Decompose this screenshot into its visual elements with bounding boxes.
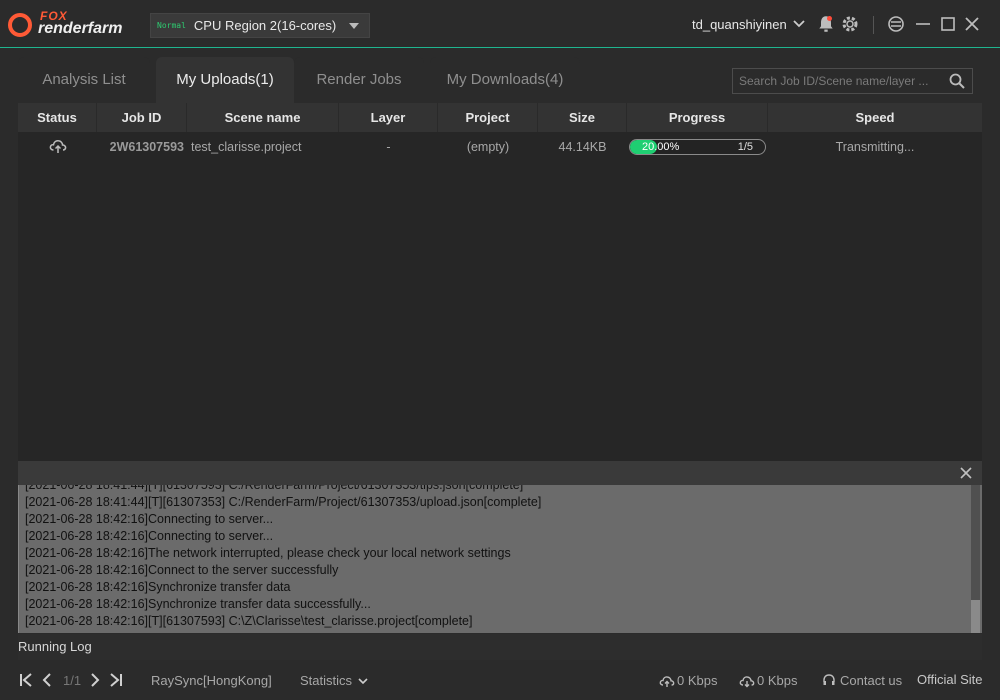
- last-page-icon[interactable]: [108, 671, 124, 689]
- region-label: CPU Region 2(16-cores): [193, 18, 337, 33]
- col-job-id[interactable]: Job ID: [97, 103, 187, 132]
- app-logo: FOX renderfarm: [8, 9, 138, 40]
- chevron-down-icon: [349, 23, 359, 29]
- log-line: [2021-06-28 18:41:44][T][61307593] C:/Re…: [25, 485, 524, 492]
- running-log-tab[interactable]: Running Log: [18, 634, 982, 660]
- col-progress[interactable]: Progress: [627, 103, 768, 132]
- headset-icon[interactable]: [822, 673, 836, 687]
- close-icon[interactable]: [962, 14, 982, 34]
- official-site-link[interactable]: Official Site: [917, 672, 983, 687]
- bell-icon[interactable]: [816, 14, 836, 34]
- col-status[interactable]: Status: [18, 103, 97, 132]
- layer-cell: -: [386, 140, 391, 154]
- log-line: [2021-06-28 18:42:16]Connecting to serve…: [25, 529, 274, 543]
- log-line: [2021-06-28 18:42:16]Connect to the serv…: [25, 563, 339, 577]
- log-close-icon[interactable]: [959, 466, 973, 480]
- statistics-chevron-down-icon: [358, 678, 368, 685]
- search-input[interactable]: Search Job ID/Scene name/layer ...: [732, 68, 973, 94]
- job-id-cell: 2W61307593: [109, 140, 184, 154]
- project-cell: (empty): [466, 140, 510, 154]
- speed-cell: Transmitting...: [835, 140, 915, 154]
- gear-icon[interactable]: [840, 14, 860, 34]
- search-placeholder: Search Job ID/Scene name/layer ...: [739, 74, 929, 88]
- size-cell: 44.14KB: [558, 140, 607, 154]
- log-line: [2021-06-28 18:42:16]The network interru…: [25, 546, 511, 560]
- log-scrollbar-thumb[interactable]: [971, 600, 980, 633]
- raysync-label[interactable]: RaySync[HongKong]: [151, 673, 272, 688]
- log-lines: [2021-06-28 18:41:44][T][61307593] C:/Re…: [25, 485, 965, 630]
- username[interactable]: td_quanshiyinen: [692, 17, 787, 32]
- log-line: [2021-06-28 18:41:44][T][61307353] C:/Re…: [25, 495, 542, 509]
- uploads-table: Status Job ID Scene name Layer Project S…: [18, 103, 982, 461]
- upload-cloud-icon: [49, 139, 66, 153]
- contact-us-link[interactable]: Contact us: [840, 673, 902, 688]
- download-speed-icon: [739, 676, 755, 688]
- minimize-icon[interactable]: [913, 14, 933, 34]
- user-chevron-down-icon[interactable]: [792, 17, 806, 31]
- progress-cell: 20.00% 1/5: [627, 139, 768, 155]
- log-line: [2021-06-28 18:42:16]Synchronize transfe…: [25, 597, 371, 611]
- tab-my-uploads[interactable]: My Uploads(1): [156, 57, 294, 103]
- status-cell: [18, 138, 97, 157]
- progress-percent: 20.00%: [642, 141, 680, 153]
- statistics-label: Statistics: [300, 673, 353, 688]
- first-page-icon[interactable]: [18, 671, 34, 689]
- page-indicator: 1/1: [63, 673, 82, 688]
- col-scene-name[interactable]: Scene name: [187, 103, 339, 132]
- download-speed: 0 Kbps: [757, 673, 798, 688]
- scene-name-cell: test_clarisse.project: [191, 140, 302, 154]
- col-project[interactable]: Project: [438, 103, 538, 132]
- toolbar-separator: [873, 16, 874, 34]
- search-icon[interactable]: [948, 72, 966, 90]
- logo-name-text: renderfarm: [38, 20, 123, 37]
- next-page-icon[interactable]: [88, 671, 102, 689]
- progress-count: 1/5: [737, 141, 753, 153]
- table-header: Status Job ID Scene name Layer Project S…: [18, 103, 982, 132]
- prev-page-icon[interactable]: [40, 671, 54, 689]
- col-speed[interactable]: Speed: [768, 103, 982, 132]
- notification-dot: [827, 16, 832, 21]
- skin-switch-icon[interactable]: [886, 14, 906, 34]
- tab-my-downloads[interactable]: My Downloads(4): [430, 57, 580, 103]
- statistics-menu[interactable]: Statistics: [300, 673, 368, 688]
- log-line: [2021-06-28 18:42:16][T][61307593] C:\Z\…: [25, 614, 473, 628]
- title-bar: FOX renderfarm Normal CPU Region 2(16-co…: [0, 0, 1000, 48]
- maximize-icon[interactable]: [938, 14, 958, 34]
- log-line: [2021-06-28 18:42:16]Synchronize transfe…: [25, 580, 291, 594]
- logo-ring-icon: [8, 13, 32, 37]
- col-size[interactable]: Size: [538, 103, 627, 132]
- region-select[interactable]: Normal CPU Region 2(16-cores): [150, 13, 370, 38]
- upload-speed: 0 Kbps: [677, 673, 718, 688]
- table-row[interactable]: 2W61307593 test_clarisse.project - (empt…: [18, 132, 982, 162]
- running-log-panel[interactable]: [2021-06-28 18:41:44][T][61307593] C:/Re…: [18, 485, 982, 633]
- col-layer[interactable]: Layer: [339, 103, 438, 132]
- progress-bar: 20.00% 1/5: [629, 139, 766, 155]
- tab-analysis-list[interactable]: Analysis List: [18, 57, 150, 103]
- upload-speed-icon: [659, 676, 675, 687]
- tab-render-jobs[interactable]: Render Jobs: [294, 57, 424, 103]
- footer-bar: 1/1 RaySync[HongKong] Statistics 0 Kbps …: [0, 661, 1000, 700]
- log-panel-header: [18, 461, 982, 485]
- region-badge: Normal: [157, 21, 186, 30]
- log-line: [2021-06-28 18:42:16]Connecting to serve…: [25, 512, 274, 526]
